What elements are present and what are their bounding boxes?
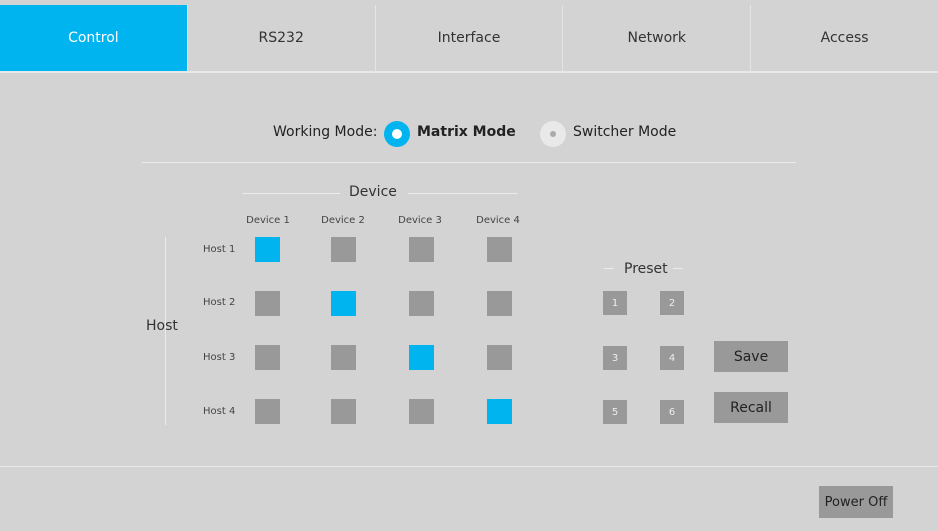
device-header-line-right [408,193,518,194]
host-4-label: Host 4 [203,406,236,417]
footer-divider [0,466,938,467]
device-3-header: Device 3 [398,215,442,226]
working-mode-label: Working Mode: [273,124,378,140]
route-cell-host4-device2[interactable] [331,399,356,424]
route-cell-host3-device4[interactable] [487,345,512,370]
tab-divider [0,71,938,73]
route-cell-host4-device1[interactable] [255,399,280,424]
preset-6-button[interactable]: 6 [660,400,684,424]
matrix-mode-label[interactable]: Matrix Mode [417,124,516,140]
route-cell-host1-device3[interactable] [409,237,434,262]
route-cell-host1-device2[interactable] [331,237,356,262]
device-header-line-left [242,193,340,194]
tab-rs232[interactable]: RS232 [187,5,376,71]
route-cell-host2-device2[interactable] [331,291,356,316]
host-2-label: Host 2 [203,297,236,308]
device-4-header: Device 4 [476,215,520,226]
tab-network[interactable]: Network [563,5,752,71]
preset-header-line-right [673,268,683,269]
preset-header: Preset [624,261,668,277]
control-panel: Control RS232 Interface Network Access W… [0,0,938,531]
preset-header-line-left [604,268,614,269]
section-divider [142,162,796,163]
preset-1-button[interactable]: 1 [603,291,627,315]
route-cell-host2-device4[interactable] [487,291,512,316]
recall-button[interactable]: Recall [714,392,788,423]
route-cell-host3-device1[interactable] [255,345,280,370]
preset-2-button[interactable]: 2 [660,291,684,315]
route-cell-host3-device2[interactable] [331,345,356,370]
working-mode-row: Working Mode: Matrix Mode Switcher Mode [0,119,938,149]
tab-bar: Control RS232 Interface Network Access [0,5,938,71]
save-button[interactable]: Save [714,341,788,372]
preset-4-button[interactable]: 4 [660,346,684,370]
preset-5-button[interactable]: 5 [603,400,627,424]
route-cell-host2-device3[interactable] [409,291,434,316]
route-cell-host4-device3[interactable] [409,399,434,424]
power-off-button[interactable]: Power Off [819,486,893,518]
host-1-label: Host 1 [203,244,236,255]
route-cell-host2-device1[interactable] [255,291,280,316]
route-cell-host1-device1[interactable] [255,237,280,262]
device-header: Device [349,184,397,200]
tab-control[interactable]: Control [0,5,188,71]
route-cell-host3-device3[interactable] [409,345,434,370]
route-cell-host1-device4[interactable] [487,237,512,262]
tab-interface[interactable]: Interface [375,5,564,71]
preset-3-button[interactable]: 3 [603,346,627,370]
switcher-mode-label[interactable]: Switcher Mode [573,124,676,140]
device-2-header: Device 2 [321,215,365,226]
route-cell-host4-device4[interactable] [487,399,512,424]
matrix-mode-radio[interactable] [384,121,410,147]
switcher-mode-radio[interactable] [540,121,566,147]
tab-access[interactable]: Access [751,5,938,71]
host-header: Host [146,318,178,334]
device-1-header: Device 1 [246,215,290,226]
host-3-label: Host 3 [203,352,236,363]
